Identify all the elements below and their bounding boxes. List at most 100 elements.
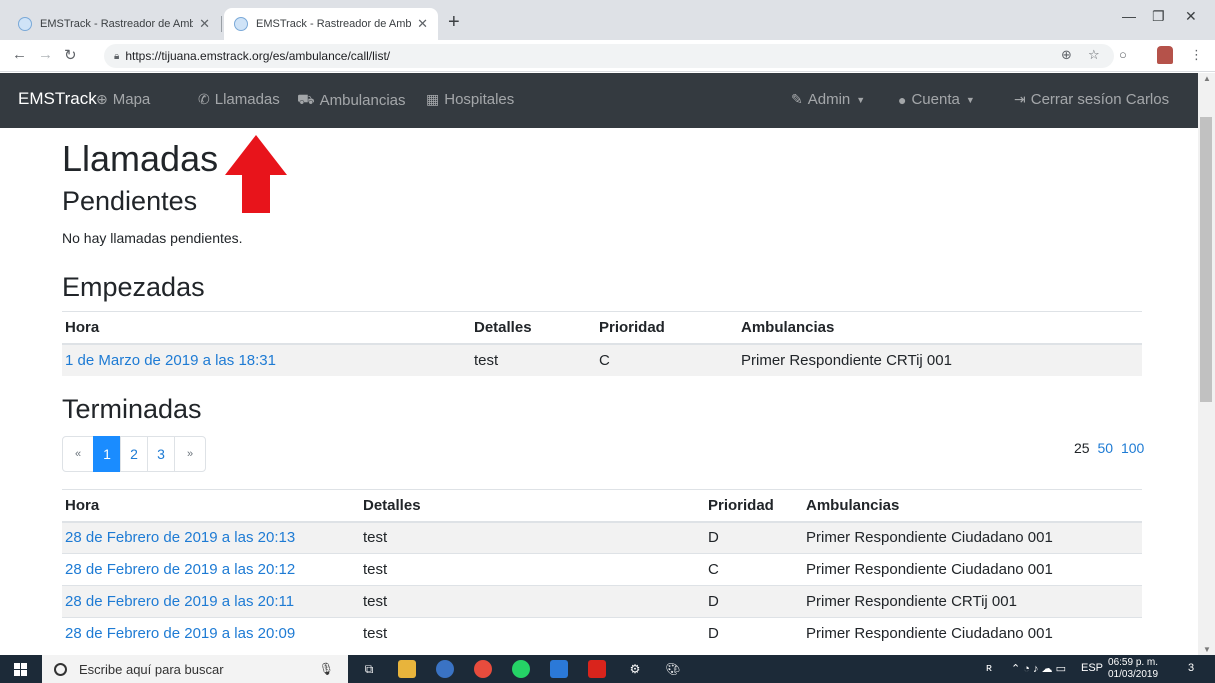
call-link[interactable]: 28 de Febrero de 2019 a las 20:09 bbox=[65, 625, 295, 642]
scroll-down-icon[interactable]: ▼ bbox=[1203, 645, 1211, 654]
forward-arrow-icon[interactable]: → bbox=[38, 46, 53, 63]
document-icon[interactable] bbox=[550, 660, 568, 678]
call-details: test bbox=[360, 521, 705, 554]
call-link[interactable]: 1 de Marzo de 2019 a las 18:31 bbox=[65, 352, 276, 369]
language-indicator[interactable]: ESP bbox=[1081, 662, 1103, 674]
call-priority: D bbox=[705, 585, 803, 618]
browser-tab-1[interactable]: EMSTrack - Rastreador de Ambul ✕ bbox=[8, 8, 220, 40]
tray-icons[interactable]: ⌃ ◔ ♪ ☁ ▭ bbox=[1011, 662, 1066, 675]
tab-close-icon[interactable]: ✕ bbox=[199, 16, 210, 32]
page-size-option[interactable]: 25 bbox=[1074, 440, 1090, 456]
pagination: « 1 2 3 » bbox=[62, 436, 206, 472]
nav-label: Mapa bbox=[112, 91, 151, 108]
notification-center-icon[interactable]: 3 bbox=[1188, 662, 1194, 674]
call-ambulances: Primer Respondiente Ciudadano 001 bbox=[803, 553, 1142, 586]
acrobat-icon[interactable] bbox=[588, 660, 606, 678]
call-ambulances: Primer Respondiente CRTij 001 bbox=[738, 343, 1142, 376]
tab-close-icon[interactable]: ✕ bbox=[417, 16, 428, 32]
finished-heading: Terminadas bbox=[62, 394, 202, 424]
call-priority: C bbox=[705, 553, 803, 586]
file-explorer-icon[interactable] bbox=[398, 660, 416, 678]
browser-toolbar: ← → ↻ 🔒︎ https://tijuana.emstrack.org/es… bbox=[0, 40, 1215, 72]
admin-label: Admin bbox=[807, 91, 851, 108]
table-row: 28 de Febrero de 2019 a las 20:09 test D… bbox=[62, 617, 1142, 650]
admin-dropdown[interactable]: ✎ Admin ▼ bbox=[791, 91, 865, 108]
pagination-page-1[interactable]: 1 bbox=[93, 436, 121, 472]
scroll-thumb[interactable] bbox=[1200, 117, 1212, 402]
browser-tab-2[interactable]: EMSTrack - Rastreador de Ambul ✕ bbox=[224, 8, 438, 40]
call-priority: D bbox=[705, 521, 803, 554]
nav-label: Ambulancias bbox=[319, 92, 406, 109]
pagination-prev[interactable]: « bbox=[62, 436, 94, 472]
call-details: test bbox=[471, 343, 596, 376]
pending-empty-message: No hay llamadas pendientes. bbox=[62, 230, 243, 246]
nav-item-llamadas[interactable]: ✆ Llamadas bbox=[198, 91, 280, 108]
nav-item-hospitales[interactable]: ▦ Hospitales bbox=[426, 91, 514, 108]
task-view-icon[interactable]: ⧉ bbox=[360, 660, 378, 678]
column-header: Hora bbox=[62, 311, 471, 345]
clock-date: 01/03/2019 bbox=[1108, 669, 1159, 680]
new-tab-button[interactable]: + bbox=[448, 12, 460, 32]
microphone-icon[interactable]: 🎙︎ bbox=[319, 662, 334, 676]
profile-avatar[interactable] bbox=[1157, 46, 1173, 64]
logout-label: Cerrar sesíon Carlos bbox=[1030, 91, 1170, 108]
nav-item-ambulancias[interactable]: ⛟ Ambulancias bbox=[297, 91, 406, 110]
account-dropdown[interactable]: ● Cuenta ▼ bbox=[898, 91, 975, 108]
settings-gear-icon[interactable]: ⚙ bbox=[626, 660, 644, 678]
page-title: Llamadas bbox=[62, 138, 219, 179]
app-navbar: EMSTrack ⊕ Mapa ✆ Llamadas ⛟ Ambulancias… bbox=[0, 73, 1215, 128]
table-row: 28 de Febrero de 2019 a las 20:12 test C… bbox=[62, 553, 1142, 586]
table-row: 28 de Febrero de 2019 a las 20:13 test D… bbox=[62, 521, 1142, 554]
caret-down-icon: ▼ bbox=[965, 94, 975, 105]
pagination-page-3[interactable]: 3 bbox=[147, 436, 175, 472]
globe-icon: ⊕ bbox=[96, 91, 108, 107]
search-placeholder: Escribe aquí para buscar bbox=[79, 661, 224, 677]
address-bar[interactable]: 🔒︎ https://tijuana.emstrack.org/es/ambul… bbox=[104, 44, 1114, 68]
nav-item-mapa[interactable]: ⊕ Mapa bbox=[96, 91, 150, 108]
reload-icon[interactable]: ↻ bbox=[64, 46, 77, 64]
minimize-icon[interactable]: — bbox=[1122, 8, 1136, 24]
paint-icon[interactable]: 🎨︎ bbox=[664, 660, 682, 678]
people-icon[interactable]: ʀ bbox=[986, 662, 992, 674]
logout-link[interactable]: ⇥ Cerrar sesíon Carlos bbox=[1014, 91, 1169, 108]
table-header-row: Hora Detalles Prioridad Ambulancias bbox=[62, 489, 1142, 523]
call-link[interactable]: 28 de Febrero de 2019 a las 20:11 bbox=[65, 593, 294, 610]
back-arrow-icon[interactable]: ← bbox=[12, 46, 27, 63]
page-scrollbar[interactable]: ▲ ▼ bbox=[1198, 73, 1215, 655]
chrome-icon[interactable] bbox=[474, 660, 492, 678]
call-link[interactable]: 28 de Febrero de 2019 a las 20:13 bbox=[65, 529, 295, 546]
page-size-option[interactable]: 100 bbox=[1121, 440, 1144, 456]
scroll-up-icon[interactable]: ▲ bbox=[1203, 74, 1211, 83]
taskbar-clock[interactable]: 06:59 p. m. 01/03/2019 bbox=[1108, 657, 1158, 681]
whatsapp-icon[interactable] bbox=[512, 660, 530, 678]
menu-dots-icon[interactable]: ⋮ bbox=[1190, 47, 1203, 63]
window-close-icon[interactable]: ✕ bbox=[1185, 8, 1197, 25]
call-link[interactable]: 28 de Febrero de 2019 a las 20:12 bbox=[65, 561, 295, 578]
column-header: Ambulancias bbox=[738, 311, 1142, 345]
account-label: Cuenta bbox=[911, 91, 960, 108]
lock-icon: 🔒︎ bbox=[114, 50, 120, 62]
bookmark-star-icon[interactable]: ☆ bbox=[1088, 47, 1100, 63]
page-size-option[interactable]: 50 bbox=[1097, 440, 1113, 456]
column-header: Hora bbox=[62, 489, 360, 523]
column-header: Ambulancias bbox=[803, 489, 1142, 523]
call-ambulances: Primer Respondiente CRTij 001 bbox=[803, 585, 1142, 618]
windows-start-icon[interactable] bbox=[14, 663, 27, 676]
column-header: Prioridad bbox=[705, 489, 803, 523]
app-icon[interactable] bbox=[436, 660, 454, 678]
brand-logo[interactable]: EMSTrack bbox=[18, 89, 97, 109]
call-priority: D bbox=[705, 617, 803, 650]
zoom-icon[interactable]: ⊕ bbox=[1061, 47, 1072, 63]
extension-icon[interactable]: ○ bbox=[1119, 47, 1127, 62]
wrench-icon: ✎ bbox=[791, 91, 803, 107]
browser-tab-strip: EMSTrack - Rastreador de Ambul ✕ EMSTrac… bbox=[0, 0, 1215, 40]
pagination-next[interactable]: » bbox=[174, 436, 206, 472]
restore-icon[interactable]: ❐ bbox=[1152, 8, 1165, 25]
hospital-icon: ▦ bbox=[426, 91, 440, 107]
pagination-page-2[interactable]: 2 bbox=[120, 436, 148, 472]
tab-divider bbox=[221, 16, 222, 32]
finished-table: Hora Detalles Prioridad Ambulancias 28 d… bbox=[62, 489, 1142, 650]
site-favicon-icon bbox=[234, 17, 248, 31]
ambulance-icon: ⛟ bbox=[297, 91, 315, 107]
taskbar-search-box[interactable]: Escribe aquí para buscar 🎙︎ bbox=[42, 655, 348, 683]
